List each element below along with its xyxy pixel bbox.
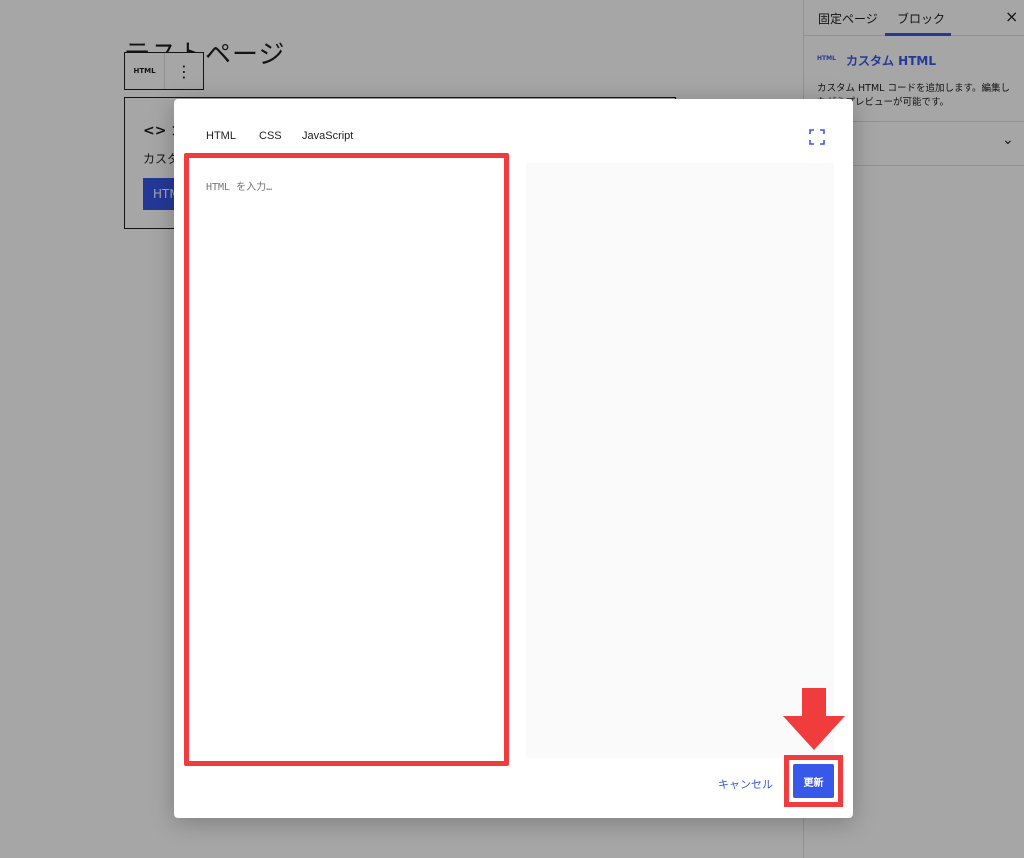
html-code-editor[interactable]: HTML を入力… <box>191 161 507 762</box>
tab-css[interactable]: CSS <box>259 130 282 142</box>
cancel-button[interactable]: キャンセル <box>718 776 773 792</box>
arrow-down-icon <box>783 688 845 750</box>
preview-pane <box>526 163 834 758</box>
modal-tabs: HTML CSS JavaScript <box>174 99 853 159</box>
html-editor-modal: HTML CSS JavaScript HTML を入力… キャンセル 更新 <box>174 99 853 818</box>
editor-placeholder: HTML を入力… <box>206 182 273 193</box>
fullscreen-icon[interactable] <box>809 129 825 145</box>
update-button[interactable]: 更新 <box>793 764 834 798</box>
tab-html[interactable]: HTML <box>206 130 236 142</box>
tab-javascript[interactable]: JavaScript <box>302 130 353 142</box>
